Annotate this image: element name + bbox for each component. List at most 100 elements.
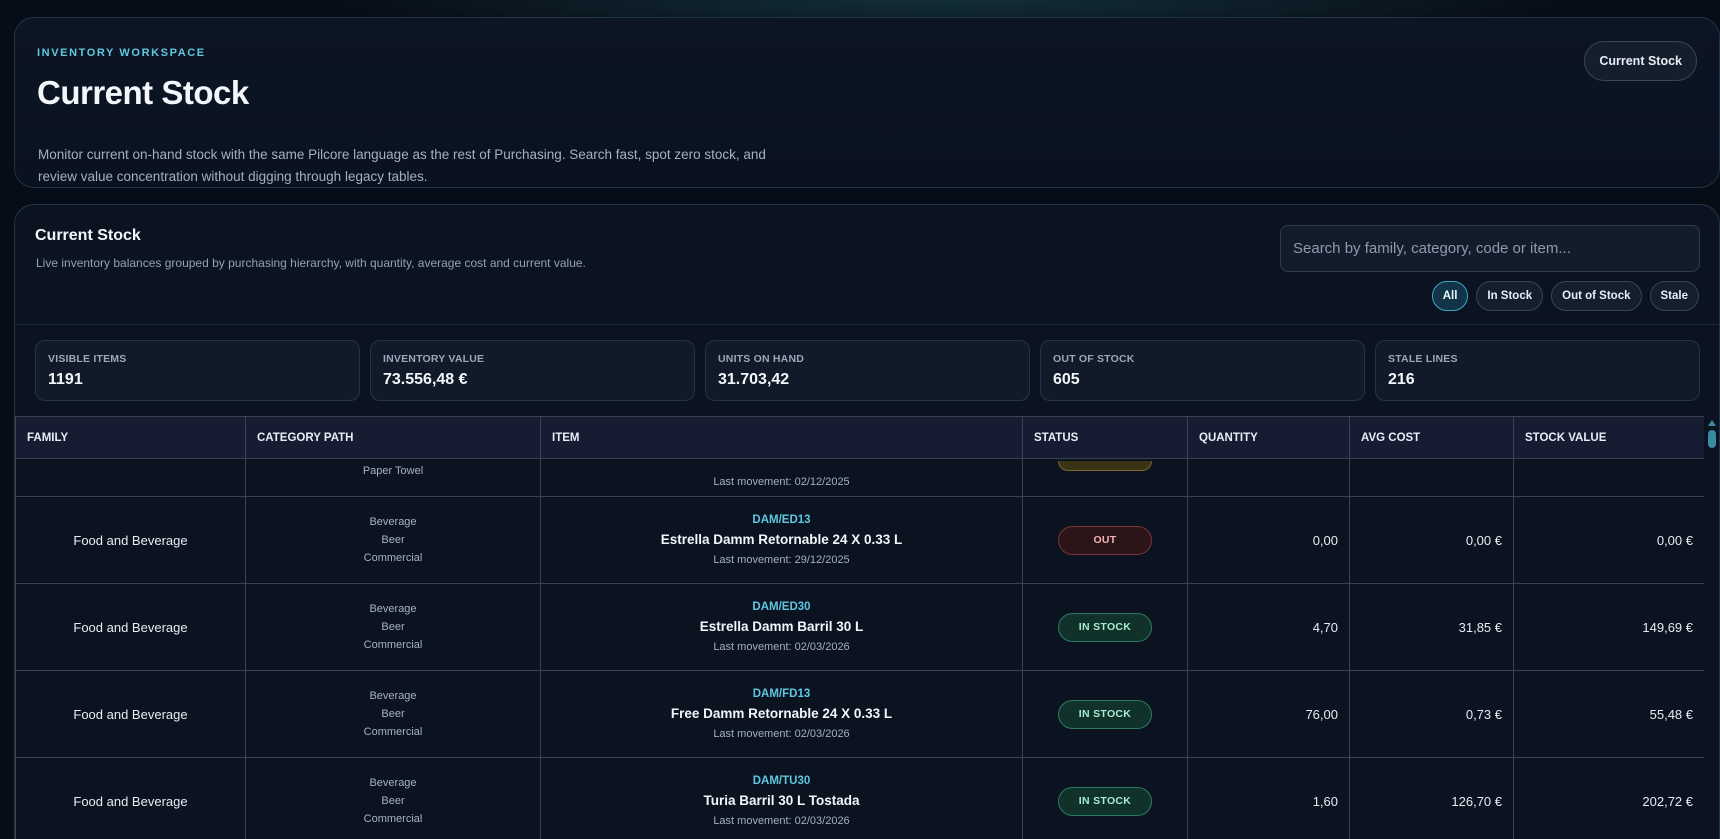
last-movement: Last movement: 02/03/2026 xyxy=(713,728,850,740)
status-badge: IN STOCK xyxy=(1058,699,1152,729)
item-code[interactable]: DAM/ED13 xyxy=(541,510,1022,530)
category-level: Beverage xyxy=(369,516,417,528)
family-cell: Food and Beverage xyxy=(15,496,246,584)
category-level: Beer xyxy=(381,534,405,546)
item-name: Free Damm Retornable 24 X 0.33 L xyxy=(670,706,893,721)
status-filters: All In Stock Out of Stock Stale xyxy=(1431,281,1699,311)
filter-stale[interactable]: Stale xyxy=(1649,281,1699,311)
avg-cost-cell: 0,73 € xyxy=(1349,670,1514,758)
item-cell: DAM/ED13 Estrella Damm Retornable 24 X 0… xyxy=(540,496,1023,584)
stat-label: STALE LINES xyxy=(1388,353,1458,365)
stock-value-cell: 202,72 € xyxy=(1513,757,1704,839)
avg-cost-cell: 0,00 € xyxy=(1349,496,1514,584)
column-header-avg-cost[interactable]: AVG COST xyxy=(1349,416,1514,459)
current-stock-badge[interactable]: Current Stock xyxy=(1584,41,1697,81)
table-row[interactable]: Food and Beverage Beverage Beer Commerci… xyxy=(15,670,1704,758)
eyebrow-label: INVENTORY WORKSPACE xyxy=(37,47,206,59)
table-row[interactable]: Food and Beverage Beverage Beer Commerci… xyxy=(15,583,1704,671)
category-level: Commercial xyxy=(363,726,423,738)
stat-label: OUT OF STOCK xyxy=(1053,353,1135,365)
panel-title: Current Stock xyxy=(35,227,141,244)
status-badge xyxy=(1058,461,1152,471)
stat-stale-lines: STALE LINES 216 xyxy=(1375,340,1700,401)
category-cell: Beverage Beer Commercial xyxy=(245,583,541,671)
stat-label: UNITS ON HAND xyxy=(718,353,805,365)
table-header-row: FAMILY CATEGORY PATH ITEM STATUS QUANTIT… xyxy=(15,416,1704,459)
stat-value: 216 xyxy=(1388,371,1415,388)
quantity-cell: 0,00 xyxy=(1187,496,1350,584)
category-level: Paper Towel xyxy=(362,465,424,477)
hero-card: INVENTORY WORKSPACE Current Stock Monito… xyxy=(14,17,1720,188)
stock-value-cell: 55,48 € xyxy=(1513,670,1704,758)
item-cell: DAM/TU30 Turia Barril 30 L Tostada Last … xyxy=(540,757,1023,839)
search-input[interactable] xyxy=(1280,225,1700,272)
category-level: Beverage xyxy=(369,777,417,789)
status-cell: IN STOCK xyxy=(1022,583,1188,671)
table-row[interactable]: Food and Beverage Beverage Beer Commerci… xyxy=(15,757,1704,839)
category-level: Commercial xyxy=(363,552,423,564)
category-cell: Beverage Beer Commercial xyxy=(245,757,541,839)
stock-table-container[interactable]: FAMILY CATEGORY PATH ITEM STATUS QUANTIT… xyxy=(15,416,1704,839)
category-cell: Beverage Beer Commercial xyxy=(245,496,541,584)
column-header-family[interactable]: FAMILY xyxy=(15,416,246,459)
page-description: Monitor current on-hand stock with the s… xyxy=(38,147,766,184)
column-header-status[interactable]: STATUS xyxy=(1022,416,1188,459)
page-title: Current Stock xyxy=(37,74,249,111)
panel-subtitle: Live inventory balances grouped by purch… xyxy=(36,256,586,270)
family-cell: Food and Beverage xyxy=(15,670,246,758)
stat-label: INVENTORY VALUE xyxy=(383,353,485,365)
column-header-quantity[interactable]: QUANTITY xyxy=(1187,416,1350,459)
quantity-cell: 1,60 xyxy=(1187,757,1350,839)
stock-panel: Current Stock Live inventory balances gr… xyxy=(14,204,1720,839)
status-cell: OUT xyxy=(1022,496,1188,584)
last-movement: Last movement: 02/12/2025 xyxy=(713,476,850,488)
stat-value: 31.703,42 xyxy=(718,371,790,388)
last-movement: Last movement: 29/12/2025 xyxy=(713,554,850,566)
family-cell: Food and Beverage xyxy=(15,757,246,839)
table-row[interactable]: Paper Towel Last movement: 02/12/2025 xyxy=(15,458,1704,497)
quantity-cell: 76,00 xyxy=(1187,670,1350,758)
item-code[interactable]: DAM/ED30 xyxy=(541,597,1022,617)
status-cell: IN STOCK xyxy=(1022,670,1188,758)
category-level: Beer xyxy=(381,621,405,633)
item-cell: DAM/FD13 Free Damm Retornable 24 X 0.33 … xyxy=(540,670,1023,758)
category-level: Beer xyxy=(381,708,405,720)
stock-table: FAMILY CATEGORY PATH ITEM STATUS QUANTIT… xyxy=(15,416,1704,839)
item-name: Estrella Damm Barril 30 L xyxy=(699,619,864,634)
table-row[interactable]: Food and Beverage Beverage Beer Commerci… xyxy=(15,496,1704,584)
category-cell: Beverage Beer Commercial xyxy=(245,670,541,758)
item-code[interactable]: DAM/TU30 xyxy=(541,771,1022,791)
category-level: Beverage xyxy=(369,690,417,702)
column-header-item[interactable]: ITEM xyxy=(540,416,1023,459)
item-name: Estrella Damm Retornable 24 X 0.33 L xyxy=(660,532,903,547)
stat-value: 73.556,48 € xyxy=(383,371,468,388)
stat-out-of-stock: OUT OF STOCK 605 xyxy=(1040,340,1365,401)
stat-value: 1191 xyxy=(48,371,83,388)
last-movement: Last movement: 02/03/2026 xyxy=(713,815,850,827)
column-header-stock-value[interactable]: STOCK VALUE xyxy=(1513,416,1704,459)
quantity-cell: 4,70 xyxy=(1187,583,1350,671)
category-level: Beverage xyxy=(369,603,417,615)
stat-value: 605 xyxy=(1053,371,1080,388)
item-name: Turia Barril 30 L Tostada xyxy=(703,793,860,808)
table-scrollbar[interactable] xyxy=(1704,416,1719,839)
status-cell: IN STOCK xyxy=(1022,757,1188,839)
scroll-up-icon[interactable] xyxy=(1708,420,1716,426)
stock-value-cell: 149,69 € xyxy=(1513,583,1704,671)
family-cell: Food and Beverage xyxy=(15,583,246,671)
category-level: Beer xyxy=(381,795,405,807)
category-level: Commercial xyxy=(363,639,423,651)
item-code[interactable]: DAM/FD13 xyxy=(541,684,1022,704)
avg-cost-cell: 126,70 € xyxy=(1349,757,1514,839)
stock-value-cell: 0,00 € xyxy=(1513,496,1704,584)
status-badge: IN STOCK xyxy=(1058,612,1152,642)
divider xyxy=(15,324,1719,325)
stat-visible-items: VISIBLE ITEMS 1191 xyxy=(35,340,360,401)
filter-all[interactable]: All xyxy=(1431,281,1469,311)
column-header-category[interactable]: CATEGORY PATH xyxy=(245,416,541,459)
filter-in-stock[interactable]: In Stock xyxy=(1476,281,1544,311)
status-badge: OUT xyxy=(1058,525,1152,555)
stat-label: VISIBLE ITEMS xyxy=(48,353,127,365)
filter-out-of-stock[interactable]: Out of Stock xyxy=(1551,281,1642,311)
scrollbar-thumb[interactable] xyxy=(1708,430,1716,448)
